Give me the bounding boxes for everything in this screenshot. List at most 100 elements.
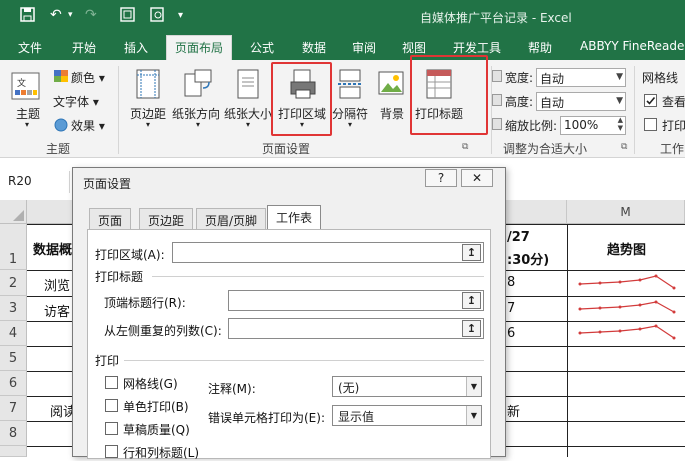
cell-l7[interactable]: 新 (507, 401, 520, 420)
tab-formulas[interactable]: 公式 (250, 39, 274, 56)
cell-m1[interactable]: 趋势图 (607, 239, 646, 258)
height-label: 高度: (505, 95, 534, 109)
effects-icon[interactable] (54, 118, 68, 135)
breaks-dropdown-icon[interactable]: ▾ (348, 120, 352, 129)
print-titles-section: 打印标题 (95, 270, 144, 284)
tab-view[interactable]: 视图 (402, 39, 426, 56)
print-area-input[interactable]: ↥ (172, 242, 484, 263)
collapse-dialog-icon[interactable]: ↥ (462, 292, 481, 309)
rows-repeat-input[interactable]: ↥ (228, 290, 484, 311)
column-header-l[interactable] (505, 200, 567, 224)
tab-insert[interactable]: 插入 (124, 39, 148, 56)
undo-icon[interactable]: ↶ (50, 7, 62, 23)
section-divider (152, 276, 484, 277)
comments-label: 注释(M): (208, 382, 256, 396)
orientation-icon[interactable] (183, 68, 213, 103)
scale-spinner[interactable]: 100% ▲ ▼ (560, 116, 626, 135)
cell-l1-line2[interactable]: :30分) (507, 249, 549, 268)
themes-dropdown-icon[interactable]: ▾ (25, 120, 29, 129)
row-header[interactable]: 6 (0, 371, 27, 396)
tab-developer[interactable]: 开发工具 (453, 39, 501, 56)
group-separator (118, 66, 119, 154)
collapse-dialog-icon[interactable]: ↥ (462, 244, 481, 261)
errors-select[interactable]: 显示值 ▼ (332, 405, 482, 426)
row-header[interactable]: 3 (0, 296, 27, 321)
cell-a2[interactable]: 浏览 (44, 275, 70, 294)
cell-l3[interactable]: 7 (507, 301, 515, 316)
tab-abbyy[interactable]: ABBYY FineReader (580, 39, 685, 53)
cell-l4[interactable]: 6 (507, 326, 515, 341)
row-header[interactable] (0, 446, 27, 457)
tab-header-footer[interactable]: 页眉/页脚 (196, 208, 267, 229)
page-setup-launcher-icon[interactable]: ⧉ (462, 142, 468, 152)
tab-review[interactable]: 审阅 (352, 39, 376, 56)
height-select[interactable]: 自动 ▼ (536, 92, 626, 111)
draft-label: 草稿质量(Q) (123, 423, 190, 437)
tab-page-layout[interactable]: 页面布局 (166, 35, 233, 60)
margins-icon[interactable] (135, 68, 161, 103)
name-box[interactable]: R20 (0, 171, 70, 193)
dialog-title: 页面设置 (83, 177, 132, 191)
cell-l2[interactable]: 8 (507, 275, 515, 290)
close-button[interactable]: ✕ (461, 169, 493, 187)
scale-launcher-icon[interactable]: ⧉ (621, 142, 627, 152)
redo-icon[interactable]: ↷ (85, 7, 97, 23)
background-icon[interactable] (377, 68, 405, 103)
gridlines-checkbox[interactable] (105, 376, 118, 389)
comments-select[interactable]: (无) ▼ (332, 376, 482, 397)
save-icon[interactable] (20, 7, 35, 26)
width-select[interactable]: 自动 ▼ (536, 68, 626, 87)
tab-sheet[interactable]: 工作表 (267, 205, 322, 230)
cell-a1[interactable]: 数据概 (33, 239, 72, 258)
column-header-m[interactable]: M (567, 200, 685, 224)
size-dropdown-icon[interactable]: ▾ (246, 120, 250, 129)
select-all-corner[interactable] (0, 200, 27, 224)
cols-repeat-input[interactable]: ↥ (228, 318, 484, 339)
screenshot-icon[interactable] (120, 7, 135, 26)
mono-label: 单色打印(B) (123, 400, 189, 414)
draft-checkbox[interactable] (105, 422, 118, 435)
row-header[interactable]: 1 (0, 224, 27, 270)
sparkline-row3 (578, 300, 676, 314)
group-label-page-setup: 页面设置 (262, 142, 311, 156)
tab-help[interactable]: 帮助 (528, 39, 552, 56)
size-icon[interactable] (235, 68, 261, 103)
tab-home[interactable]: 开始 (72, 39, 96, 56)
spinner-arrows-icon[interactable]: ▲ ▼ (618, 116, 623, 132)
colors-icon[interactable] (54, 70, 68, 82)
background-label[interactable]: 背景 (380, 105, 404, 122)
mono-checkbox[interactable] (105, 399, 118, 412)
tab-file[interactable]: 文件 (18, 39, 42, 56)
gridlines-print-checkbox[interactable] (644, 118, 657, 131)
height-value: 自动 (540, 96, 565, 110)
fonts-button[interactable]: 文字体 ▾ (53, 93, 99, 110)
tab-page[interactable]: 页面 (89, 208, 132, 229)
colors-button[interactable]: 颜色 ▾ (71, 69, 105, 86)
fonts-label: 文字体 (53, 95, 90, 109)
undo-dropdown-icon[interactable]: ▾ (68, 10, 73, 20)
collapse-dialog-icon[interactable]: ↥ (462, 320, 481, 337)
orientation-dropdown-icon[interactable]: ▾ (196, 120, 200, 129)
scale-label: 缩放比例: (505, 119, 558, 133)
row-header[interactable]: 4 (0, 321, 27, 346)
chevron-down-icon: ▼ (466, 406, 481, 425)
cell-a3[interactable]: 访客 (44, 301, 70, 320)
gridlines-view-checkbox[interactable] (644, 94, 657, 107)
group-label-scale: 调整为合适大小 (503, 142, 588, 156)
tab-data[interactable]: 数据 (302, 39, 326, 56)
row-header[interactable]: 5 (0, 346, 27, 371)
themes-icon[interactable]: 文 (10, 70, 42, 105)
help-button[interactable]: ? (425, 169, 457, 187)
effects-button[interactable]: 效果 ▾ (71, 117, 105, 134)
row-header[interactable]: 8 (0, 421, 27, 446)
breaks-icon[interactable] (336, 68, 364, 103)
margins-dropdown-icon[interactable]: ▾ (146, 120, 150, 129)
svg-text:文: 文 (17, 77, 26, 89)
print-preview-icon[interactable] (150, 7, 165, 26)
tab-margins[interactable]: 页边距 (139, 208, 194, 229)
row-header[interactable]: 7 (0, 396, 27, 421)
rowcol-headings-checkbox[interactable] (105, 445, 118, 458)
customize-toolbar-icon[interactable]: ▾ (178, 10, 183, 21)
row-header[interactable]: 2 (0, 270, 27, 296)
cell-l1-line1[interactable]: /27 (507, 230, 530, 245)
